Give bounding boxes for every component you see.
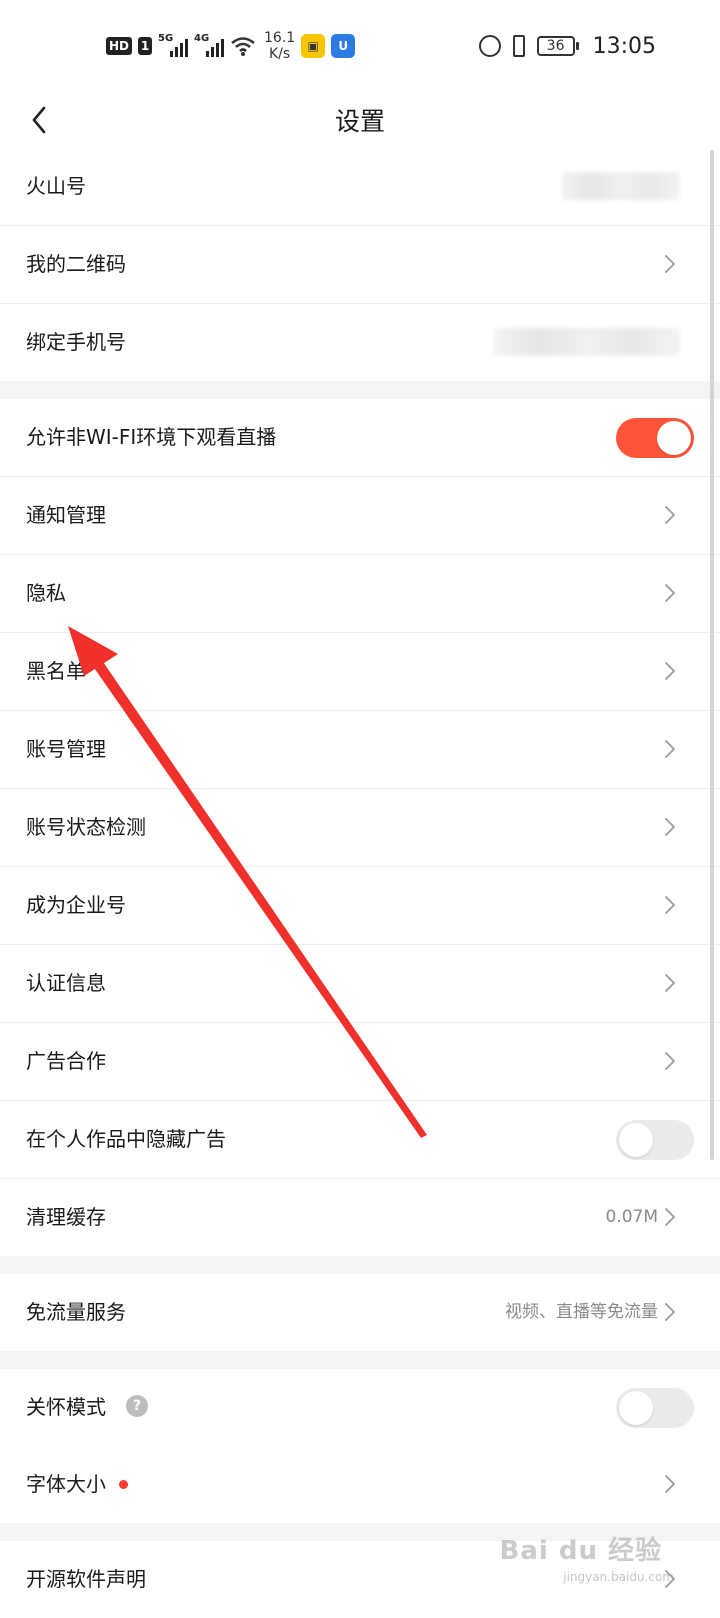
hide-ads-toggle[interactable] [616,1120,694,1160]
row-label: 开源软件声明 [26,1567,146,1591]
row-care-mode: 关怀模式 ? [0,1369,720,1446]
chevron-right-icon [664,973,676,993]
chevron-right-icon [664,817,676,837]
alarm-icon [478,35,501,57]
battery-level: 36 [546,38,565,54]
watermark-logo: Bai du 经验 [499,1536,662,1566]
row-volcano-id[interactable]: 火山号 [0,148,720,226]
chevron-right-icon [664,505,676,525]
accessibility-section: 关怀模式 ? 字体大小 [0,1369,720,1523]
row-label: 允许非WI-FI环境下观看直播 [26,425,277,449]
row-label: 通知管理 [26,503,106,527]
chevron-right-icon [664,1051,676,1071]
notification-app-icon: ▣ [301,34,326,58]
row-ad-cooperation[interactable]: 广告合作 [0,1023,720,1101]
account-section: 火山号 我的二维码 绑定手机号 [0,148,720,381]
row-label: 在个人作品中隐藏广告 [26,1127,226,1151]
row-label: 清理缓存 [26,1205,106,1229]
signal-5g-icon: 5G [158,33,189,57]
data-free-section: 免流量服务 视频、直播等免流量 [0,1274,720,1351]
row-privacy[interactable]: 隐私 [0,555,720,633]
row-label: 免流量服务 [26,1300,126,1324]
page-title: 设置 [334,107,385,136]
hd-badge: HD [106,37,133,55]
nav-bar: 设置 [0,92,720,148]
section-divider [0,1351,720,1369]
network-speed: 16.1 K/s [264,30,295,62]
row-label: 账号状态检测 [26,815,146,839]
toggle-knob [619,1123,653,1157]
chevron-right-icon [664,1207,676,1227]
data-free-description: 视频、直播等免流量 [505,1302,658,1322]
toggle-knob [619,1391,653,1425]
row-account-status-check[interactable]: 账号状态检测 [0,789,720,867]
row-data-free-service[interactable]: 免流量服务 视频、直播等免流量 [0,1274,720,1351]
general-section: 允许非WI-FI环境下观看直播 通知管理 隐私 黑名单 账号管理 账号状态检测 … [0,399,720,1256]
settings-list: 火山号 我的二维码 绑定手机号 允许非WI-FI环境下观看直播 通知管理 隐私 … [0,148,720,1618]
clock: 13:05 [592,33,656,59]
row-label: 我的二维码 [26,252,126,276]
row-label: 关怀模式 [26,1395,106,1419]
network-5g-label: 5G [158,33,174,44]
row-label: 黑名单 [26,659,86,683]
row-label: 账号管理 [26,737,106,761]
section-divider [0,381,720,399]
battery-icon: 36 [536,36,579,56]
care-mode-toggle[interactable] [616,1388,694,1428]
scrollbar[interactable] [710,150,714,1160]
row-notifications[interactable]: 通知管理 [0,477,720,555]
chevron-right-icon [664,1302,676,1322]
toggle-knob [657,421,691,455]
sim-badge: 1 [138,37,153,55]
wifi-icon [230,35,256,57]
chevron-right-icon [664,895,676,915]
non-wifi-live-toggle[interactable] [616,418,694,458]
network-4g-label: 4G [194,33,210,44]
row-label: 认证信息 [26,971,106,995]
row-label: 广告合作 [26,1049,106,1073]
row-label: 字体大小 [26,1472,106,1496]
row-enterprise-account[interactable]: 成为企业号 [0,867,720,945]
help-icon[interactable]: ? [126,1395,148,1417]
notification-shield-icon: U [331,34,356,58]
signal-4g-icon: 4G [194,33,225,57]
row-bind-phone[interactable]: 绑定手机号 [0,304,720,381]
watermark-url: jingyan.baidu.com [563,1570,674,1584]
row-label: 隐私 [26,581,66,605]
section-divider [0,1256,720,1274]
row-clear-cache[interactable]: 清理缓存 0.07M [0,1179,720,1256]
row-verification-info[interactable]: 认证信息 [0,945,720,1023]
network-speed-unit: K/s [269,46,291,62]
chevron-right-icon [664,1474,676,1494]
vibrate-icon [512,35,525,57]
row-font-size[interactable]: 字体大小 [0,1446,720,1523]
new-badge-dot [119,1480,128,1489]
chevron-right-icon [664,661,676,681]
blurred-value [494,328,680,356]
row-blacklist[interactable]: 黑名单 [0,633,720,711]
chevron-right-icon [664,739,676,759]
status-bar-right: 36 13:05 [478,28,656,64]
row-label: 绑定手机号 [26,330,126,354]
row-hide-ads: 在个人作品中隐藏广告 [0,1101,720,1179]
chevron-right-icon [664,254,676,274]
row-non-wifi-live: 允许非WI-FI环境下观看直播 [0,399,720,477]
status-bar-left: HD 1 5G 4G 16.1 K/s ▣ U [106,28,356,64]
network-speed-value: 16.1 [264,30,296,46]
status-bar: HD 1 5G 4G 16.1 K/s ▣ U 36 13:05 [0,0,720,92]
cache-size: 0.07M [605,1207,658,1227]
row-account-management[interactable]: 账号管理 [0,711,720,789]
chevron-right-icon [664,583,676,603]
blurred-value [562,172,680,200]
row-label: 成为企业号 [26,893,126,917]
row-qr-code[interactable]: 我的二维码 [0,226,720,304]
row-label: 火山号 [26,174,86,198]
